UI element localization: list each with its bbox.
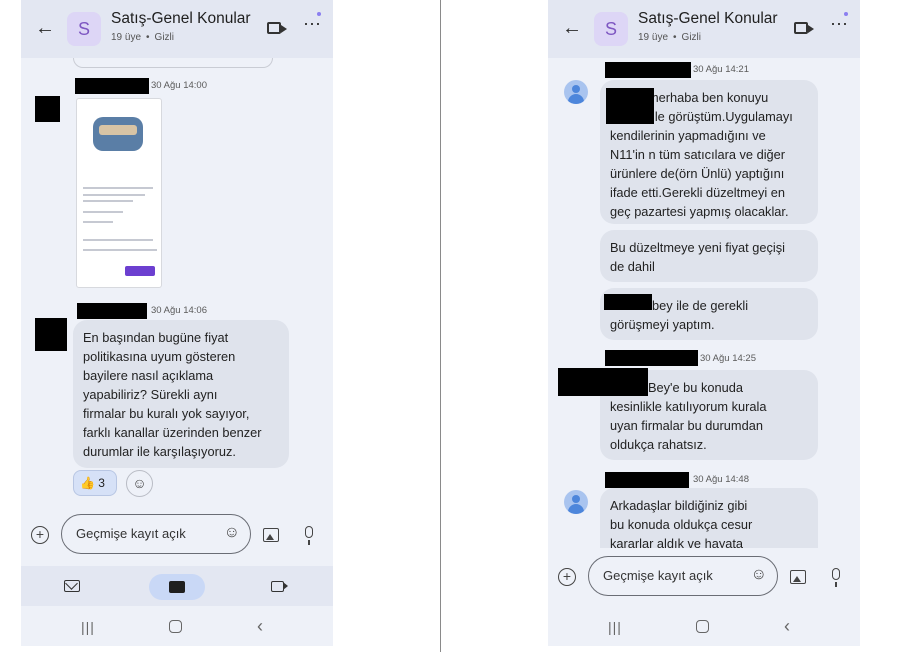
redacted-name	[606, 88, 654, 124]
message-line: politikasına uyum gösteren	[83, 349, 236, 364]
privacy-label: Gizli	[681, 32, 701, 43]
message-line: firmalar bu kuralı yok sayıyor,	[83, 406, 250, 421]
image-attachment[interactable]	[76, 98, 162, 288]
back-arrow-icon[interactable]: ←	[35, 18, 55, 38]
message-line: kararlar aldık ve hayata	[610, 536, 744, 548]
message-line: Bu düzeltmeye yeni fiyat geçişi	[610, 240, 785, 255]
video-call-icon[interactable]	[267, 22, 287, 34]
message-line: ifade etti.Gerekli düzeltmeyi en	[610, 185, 785, 200]
bottom-nav	[21, 566, 333, 606]
message-bubble[interactable]: Bu düzeltmeye yeni fiyat geçişi de dahil	[600, 230, 818, 282]
redacted-avatar-name	[558, 368, 648, 396]
redacted-avatar	[35, 318, 67, 351]
mic-icon[interactable]	[832, 568, 840, 587]
group-avatar[interactable]: S	[594, 12, 628, 46]
ai-spark-icon	[317, 12, 321, 16]
message-time: 30 Ağu 14:48	[693, 474, 749, 485]
message-input[interactable]: Geçmişe kayıt açık ☺	[61, 514, 251, 554]
redacted-sender	[605, 472, 689, 488]
message-line: oldukça rahatsız.	[610, 437, 707, 452]
system-back-icon[interactable]: ‹	[784, 616, 790, 637]
image-icon[interactable]	[263, 528, 279, 542]
app-bar: ← S Satış-Genel Konular 19 üye • Gizli ⋯	[548, 0, 860, 58]
group-title[interactable]: Satış-Genel Konular	[638, 10, 778, 28]
user-avatar[interactable]	[564, 80, 588, 104]
input-placeholder: Geçmişe kayıt açık	[603, 568, 713, 583]
message-line: de dahil	[610, 259, 655, 274]
image-icon[interactable]	[790, 570, 806, 584]
system-nav-bar: ||| ‹	[21, 606, 333, 646]
user-avatar[interactable]	[564, 490, 588, 514]
emoji-icon[interactable]: ☺	[224, 523, 240, 543]
message-line: N11'in n tüm satıcılara ve diğer	[610, 147, 786, 162]
message-line: farklı kanallar üzerinden benzer	[83, 425, 262, 440]
add-reaction-icon[interactable]: ☺	[126, 470, 153, 497]
buy-button-thumbnail	[125, 266, 155, 276]
message-line: En başından bugüne fiyat	[83, 330, 229, 345]
message-line: Arkadaşlar bildiğiniz gibi	[610, 498, 748, 513]
product-image	[93, 117, 143, 151]
app-bar: ← S Satış-Genel Konular 19 üye • Gizli ⋯	[21, 0, 333, 58]
message-bubble[interactable]: En başından bugüne fiyat politikasına uy…	[73, 320, 289, 468]
message-line: durumlar ile karşılaşıyoruz.	[83, 444, 236, 459]
message-line: uyan firmalar bu durumdan	[610, 418, 763, 433]
mic-icon[interactable]	[305, 526, 313, 545]
group-subtitle: 19 üye • Gizli	[111, 32, 174, 43]
message-time: 30 Ağu 14:06	[151, 305, 207, 316]
redacted-sender	[77, 303, 147, 319]
redacted-sender	[605, 350, 698, 366]
redacted-name	[604, 294, 652, 310]
message-time: 30 Ağu 14:21	[693, 64, 749, 75]
message-line: yapabiliriz? Sürekli aynı	[83, 387, 218, 402]
home-icon[interactable]	[169, 620, 182, 633]
message-bubble[interactable]: Arkadaşlar bildiğiniz gibi bu konuda old…	[600, 488, 818, 548]
redacted-sender	[75, 78, 149, 94]
home-icon[interactable]	[696, 620, 709, 633]
redacted-avatar	[35, 96, 60, 122]
emoji-icon[interactable]: ☺	[751, 565, 767, 585]
message-input[interactable]: Geçmişe kayıt açık ☺	[588, 556, 778, 596]
redacted-sender	[605, 62, 691, 78]
message-line: kendilerinin yapmadığını ve	[610, 128, 766, 143]
reaction-count: 3	[98, 476, 105, 490]
message-line: ürünlere de(örn Ünlü) yaptığını	[610, 166, 785, 181]
back-arrow-icon[interactable]: ←	[562, 18, 582, 38]
recent-apps-icon[interactable]: |||	[608, 619, 622, 635]
message-line: kesinlikle katılıyorum kurala	[610, 399, 767, 414]
recent-apps-icon[interactable]: |||	[81, 619, 95, 635]
group-title[interactable]: Satış-Genel Konular	[111, 10, 251, 28]
group-subtitle: 19 üye • Gizli	[638, 32, 701, 43]
message-line: geç pazartesi yapmış olacaklar.	[610, 204, 789, 219]
system-back-icon[interactable]: ‹	[257, 616, 263, 637]
message-line: bu konuda oldukça cesur	[610, 517, 753, 532]
chat-icon	[169, 581, 185, 593]
add-icon[interactable]: +	[558, 568, 576, 586]
message-line: görüşmeyi yaptım.	[610, 317, 715, 332]
member-count: 19 üye	[638, 32, 669, 43]
thumbs-up-icon: 👍	[80, 476, 95, 490]
chat-tab[interactable]	[149, 574, 205, 600]
more-options-icon[interactable]: ⋯	[303, 14, 322, 35]
message-time: 30 Ağu 14:25	[700, 353, 756, 364]
previous-message-edge	[73, 58, 273, 68]
thumbs-up-reaction[interactable]: 👍 3	[73, 470, 117, 496]
group-avatar[interactable]: S	[67, 12, 101, 46]
add-icon[interactable]: +	[31, 526, 49, 544]
message-time: 30 Ağu 14:00	[151, 80, 207, 91]
more-options-icon[interactable]: ⋯	[830, 14, 849, 35]
panel-divider	[440, 0, 441, 652]
message-line: bayilere nasıl açıklama	[83, 368, 214, 383]
member-count: 19 üye	[111, 32, 142, 43]
input-placeholder: Geçmişe kayıt açık	[76, 526, 186, 541]
meet-icon[interactable]	[271, 581, 288, 592]
mail-icon[interactable]	[64, 580, 80, 592]
phone-screen-right: ← S Satış-Genel Konular 19 üye • Gizli ⋯ 3…	[548, 0, 860, 646]
message-clip: Arkadaşlar bildiğiniz gibi bu konuda old…	[600, 488, 818, 548]
privacy-label: Gizli	[154, 32, 174, 43]
system-nav-bar: ||| ‹	[548, 606, 860, 646]
video-call-icon[interactable]	[794, 22, 814, 34]
ai-spark-icon	[844, 12, 848, 16]
phone-screen-left: ← S Satış-Genel Konular 19 üye • Gizli ⋯ 3…	[21, 0, 333, 646]
